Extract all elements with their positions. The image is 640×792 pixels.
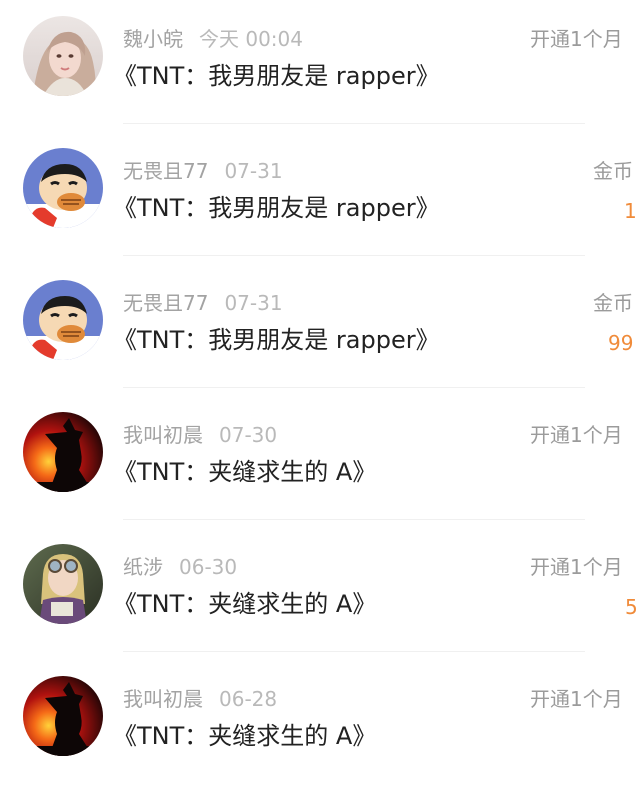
divider	[123, 123, 585, 124]
user-name[interactable]: 我叫初晨	[123, 687, 203, 711]
book-title[interactable]: 《TNT：我男朋友是 rapper》	[113, 322, 440, 358]
divider	[123, 387, 585, 388]
list-item[interactable]: 纸涉 06-30 《TNT：夹缝求生的 A》 开通1个月 5	[0, 528, 640, 660]
row-meta: 我叫初晨 06-28	[123, 684, 277, 714]
silhouette-sunset-avatar-icon[interactable]	[23, 412, 103, 492]
book-title[interactable]: 《TNT：我男朋友是 rapper》	[113, 190, 440, 226]
list-item[interactable]: 我叫初晨 07-30 《TNT：夹缝求生的 A》 开通1个月	[0, 396, 640, 528]
timestamp: 07-31	[224, 159, 283, 183]
user-name[interactable]: 纸涉	[123, 555, 163, 579]
list-item[interactable]: 我叫初晨 06-28 《TNT：夹缝求生的 A》 开通1个月	[0, 660, 640, 792]
timestamp: 07-30	[219, 423, 278, 447]
user-name[interactable]: 魏小皖	[123, 27, 183, 51]
divider	[123, 519, 585, 520]
divider	[123, 651, 585, 652]
row-meta: 魏小皖 今天 00:04	[123, 24, 303, 54]
divider	[123, 255, 585, 256]
list-item[interactable]: 魏小皖 今天 00:04 《TNT：我男朋友是 rapper》 开通1个月	[0, 0, 640, 132]
coin-amount: 5	[625, 595, 638, 619]
coin-label: 金币	[593, 159, 633, 183]
row-meta: 纸涉 06-30	[123, 552, 237, 582]
timestamp: 06-28	[219, 687, 278, 711]
list-item[interactable]: 无畏且77 07-31 《TNT：我男朋友是 rapper》 金币 1	[0, 132, 640, 264]
timestamp: 06-30	[179, 555, 238, 579]
book-title[interactable]: 《TNT：夹缝求生的 A》	[113, 586, 376, 622]
action-label: 开通1个月	[530, 423, 623, 447]
action-label: 开通1个月	[530, 555, 623, 579]
cartoon-boy-eating-avatar-icon[interactable]	[23, 280, 103, 360]
row-meta: 我叫初晨 07-30	[123, 420, 277, 450]
coin-amount: 99	[608, 331, 634, 355]
coin-amount: 1	[624, 199, 637, 223]
list-item[interactable]: 无畏且77 07-31 《TNT：我男朋友是 rapper》 金币 99	[0, 264, 640, 396]
user-name[interactable]: 无畏且77	[123, 159, 208, 183]
action-label: 开通1个月	[530, 687, 623, 711]
person-with-goggles-avatar-icon[interactable]	[23, 544, 103, 624]
coin-label: 金币	[593, 291, 633, 315]
user-name[interactable]: 我叫初晨	[123, 423, 203, 447]
book-title[interactable]: 《TNT：夹缝求生的 A》	[113, 454, 376, 490]
timestamp: 今天 00:04	[199, 27, 303, 51]
action-label: 开通1个月	[530, 27, 623, 51]
silhouette-sunset-avatar-icon[interactable]	[23, 676, 103, 756]
row-meta: 无畏且77 07-31	[123, 288, 283, 318]
cartoon-boy-eating-avatar-icon[interactable]	[23, 148, 103, 228]
message-list: 魏小皖 今天 00:04 《TNT：我男朋友是 rapper》 开通1个月 无畏且…	[0, 0, 640, 770]
girl-portrait-avatar-icon[interactable]	[23, 16, 103, 96]
row-meta: 无畏且77 07-31	[123, 156, 283, 186]
book-title[interactable]: 《TNT：我男朋友是 rapper》	[113, 58, 440, 94]
timestamp: 07-31	[224, 291, 283, 315]
book-title[interactable]: 《TNT：夹缝求生的 A》	[113, 718, 376, 754]
user-name[interactable]: 无畏且77	[123, 291, 208, 315]
